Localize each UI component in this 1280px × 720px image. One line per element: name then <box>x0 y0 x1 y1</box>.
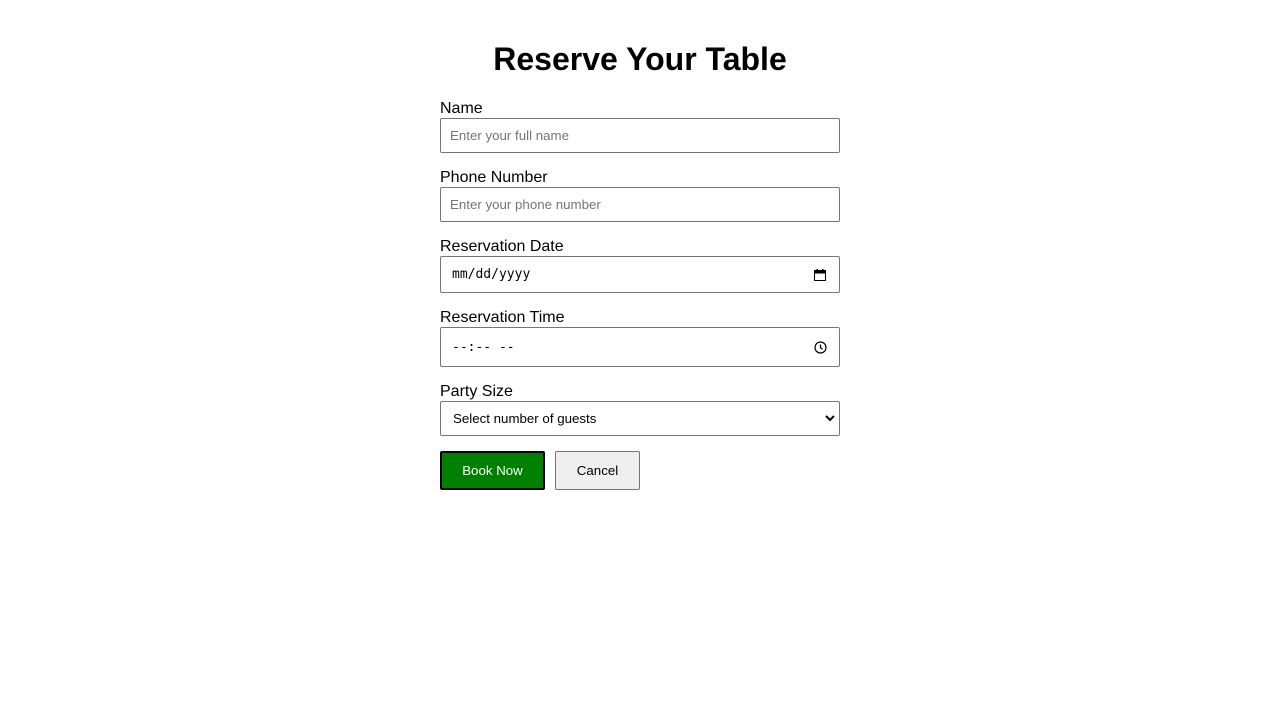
party-size-select[interactable]: Select number of guests <box>440 401 840 436</box>
party-size-selected: Select number of guests <box>453 411 597 426</box>
clock-icon[interactable] <box>812 339 828 355</box>
chevron-down-icon <box>824 413 836 425</box>
time-label: Reservation Time <box>440 309 565 326</box>
cancel-button[interactable]: Cancel <box>555 451 640 490</box>
reservation-page: Reserve Your Table Name Phone Number Res… <box>0 0 1280 720</box>
calendar-icon[interactable] <box>812 267 828 283</box>
reservation-form: Name Phone Number Reservation Date mm/dd… <box>440 99 840 490</box>
page-title: Reserve Your Table <box>493 41 787 77</box>
phone-input[interactable] <box>440 187 840 222</box>
phone-label: Phone Number <box>440 169 548 186</box>
party-size-label: Party Size <box>440 383 513 400</box>
form-actions: Book Now Cancel <box>440 451 840 490</box>
name-label: Name <box>440 100 483 117</box>
time-input[interactable]: --:-- -- <box>440 327 840 367</box>
date-input[interactable]: mm/dd/yyyy <box>440 256 840 293</box>
time-placeholder: --:-- -- <box>452 339 515 355</box>
name-input[interactable] <box>440 118 840 153</box>
date-label: Reservation Date <box>440 238 564 255</box>
date-placeholder: mm/dd/yyyy <box>452 267 531 282</box>
book-now-button[interactable]: Book Now <box>440 451 545 490</box>
